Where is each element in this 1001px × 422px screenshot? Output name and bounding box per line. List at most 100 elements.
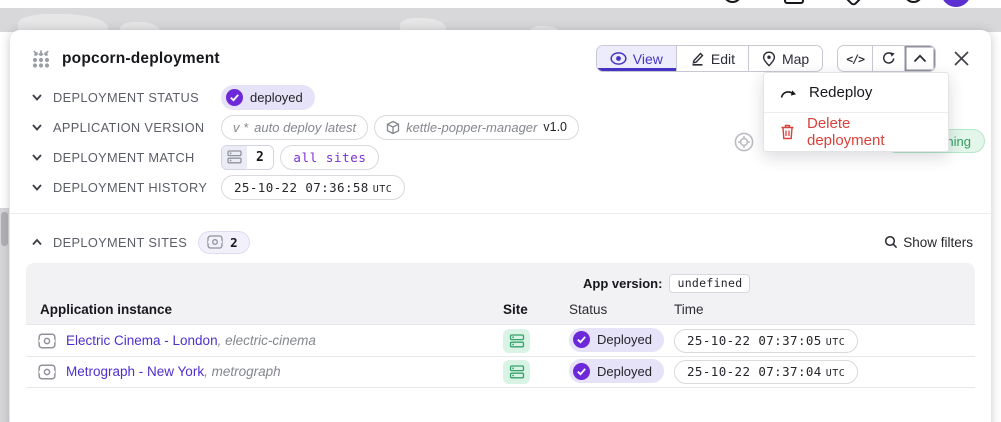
map-pin-icon	[762, 51, 776, 67]
check-circle-icon	[573, 331, 590, 348]
redeploy-icon	[780, 87, 797, 99]
bell-icon[interactable]	[784, 0, 804, 4]
clock-icon[interactable]	[904, 0, 923, 3]
deployment-panel: popcorn-deployment View Edit	[10, 30, 991, 422]
meta-row-history: DEPLOYMENT HISTORY 25-10-22 07:36:58 UTC	[10, 172, 991, 202]
app-package-pill: kettle-popper-manager v1.0	[374, 115, 579, 140]
column-headers: Application instance Site Status Time	[26, 295, 975, 324]
sites-icon	[227, 150, 242, 164]
context-menu: Redeploy Delete deployment	[763, 72, 949, 152]
menu-item-delete-deployment[interactable]: Delete deployment	[764, 112, 948, 151]
package-icon	[386, 120, 400, 135]
redeploy-label: Redeploy	[809, 84, 872, 101]
history-label: DEPLOYMENT HISTORY	[53, 180, 221, 195]
status-label: DEPLOYMENT STATUS	[53, 90, 221, 105]
site-icon	[509, 334, 525, 348]
col-site: Site	[503, 302, 569, 317]
sites-table: App version: undefined Application insta…	[26, 263, 975, 388]
menu-item-redeploy[interactable]: Redeploy	[764, 73, 948, 112]
site-icon	[509, 365, 525, 379]
more-actions-button[interactable]	[904, 46, 935, 71]
panel-actions: </>	[837, 45, 936, 72]
time-pill: 25-10-22 07:37:04 UTC	[674, 360, 858, 384]
map-button-label: Map	[782, 51, 809, 67]
table-header: App version: undefined Application insta…	[26, 263, 975, 324]
edit-button-label: Edit	[711, 51, 735, 67]
chevron-up-icon[interactable]	[30, 235, 44, 249]
section-divider	[10, 213, 991, 214]
deployment-icon	[30, 49, 52, 69]
avatar[interactable]	[941, 0, 971, 7]
status-pill: Deployed	[569, 359, 664, 383]
chevron-down-icon[interactable]	[30, 150, 44, 164]
instance-icon	[38, 364, 56, 380]
sites-section-header: DEPLOYMENT SITES 2 Show filters	[10, 227, 991, 257]
time-value: 25-10-22 07:37:04	[687, 361, 822, 383]
map-button[interactable]: Map	[748, 46, 822, 71]
version-channel: auto deploy latest	[254, 120, 356, 135]
match-scope-pill: all sites	[280, 145, 379, 170]
col-status: Status	[569, 302, 674, 317]
code-view-button[interactable]: </>	[838, 46, 872, 71]
instance-link[interactable]: Metrograph - New York	[66, 364, 204, 379]
chevron-up-icon	[913, 54, 927, 63]
page-title: popcorn-deployment	[62, 50, 220, 68]
view-button[interactable]: View	[597, 46, 676, 71]
show-filters-button[interactable]: Show filters	[884, 235, 973, 250]
status-badge: deployed	[221, 85, 315, 110]
table-row[interactable]: Electric Cinema - London, electric-cinem…	[26, 324, 975, 356]
history-tz: UTC	[373, 178, 393, 201]
instance-slug: , metrograph	[204, 364, 281, 379]
code-icon: </>	[846, 52, 864, 66]
history-timestamp-pill: 25-10-22 07:36:58 UTC	[221, 175, 405, 200]
close-button[interactable]	[950, 47, 973, 70]
site-badge	[503, 360, 530, 384]
app-status-icon	[734, 132, 754, 152]
status-pill: Deployed	[569, 328, 664, 352]
time-tz: UTC	[826, 332, 846, 354]
check-circle-icon	[226, 89, 243, 106]
browser-topbar	[0, 0, 1001, 8]
status-pill-label: Deployed	[597, 364, 652, 379]
close-icon	[952, 49, 971, 68]
status-pill-label: Deployed	[597, 332, 652, 347]
version-channel-pill: v * auto deploy latest	[221, 115, 368, 140]
sites-label: DEPLOYMENT SITES	[53, 235, 187, 250]
instance-icon	[38, 333, 56, 349]
search-icon	[884, 235, 898, 249]
trash-icon	[780, 124, 795, 140]
edit-icon	[690, 51, 705, 66]
view-mode-switch: View Edit Map	[596, 45, 823, 72]
show-filters-label: Show filters	[903, 235, 973, 250]
chevron-down-icon[interactable]	[30, 90, 44, 104]
col-application-instance: Application instance	[26, 302, 503, 317]
site-badge	[503, 329, 530, 353]
app-name: kettle-popper-manager	[406, 120, 537, 135]
match-count: 2	[247, 146, 273, 169]
toolbar: View Edit Map	[596, 45, 973, 72]
table-row[interactable]: Metrograph - New York, metrograph	[26, 356, 975, 388]
delete-deployment-label: Delete deployment	[807, 115, 932, 149]
page-scrollbar-track[interactable]	[0, 208, 9, 422]
health-icon[interactable]	[840, 0, 867, 7]
view-button-label: View	[633, 51, 663, 67]
chevron-down-icon[interactable]	[30, 180, 44, 194]
check-circle-icon	[573, 363, 590, 380]
time-tz: UTC	[826, 363, 846, 385]
version-label: APPLICATION VERSION	[53, 120, 221, 135]
match-count-box: 2	[221, 145, 274, 170]
sites-count-pill: 2	[198, 231, 250, 254]
help-icon[interactable]	[723, 0, 742, 3]
chevron-down-icon[interactable]	[30, 120, 44, 134]
edit-button[interactable]: Edit	[676, 46, 748, 71]
instance-slug: , electric-cinema	[218, 333, 316, 348]
time-value: 25-10-22 07:37:05	[687, 330, 822, 352]
page-scrollbar-thumb[interactable]	[1, 212, 8, 246]
instance-icon	[207, 235, 223, 249]
time-pill: 25-10-22 07:37:05 UTC	[674, 329, 858, 353]
instance-link[interactable]: Electric Cinema - London	[66, 333, 218, 348]
refresh-button[interactable]	[872, 46, 904, 71]
refresh-icon	[881, 51, 896, 66]
panel-header: popcorn-deployment View Edit	[10, 30, 991, 74]
sites-count: 2	[230, 235, 238, 250]
